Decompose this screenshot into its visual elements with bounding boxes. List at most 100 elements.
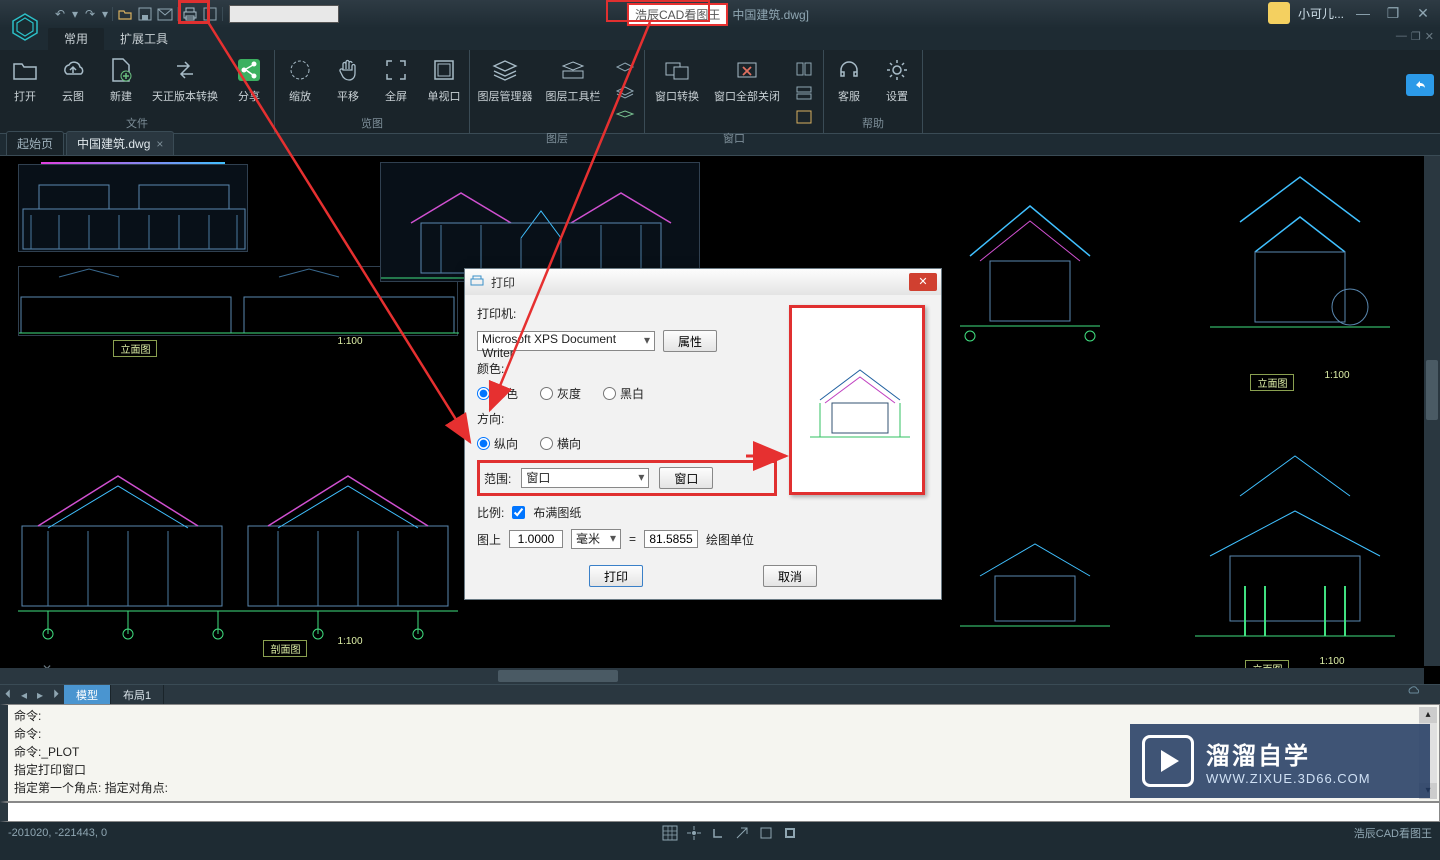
- radio-color[interactable]: 彩色: [477, 385, 518, 402]
- tab-model[interactable]: 模型: [64, 685, 111, 705]
- dialog-close-button[interactable]: ✕: [909, 273, 937, 291]
- ribbon: 打开 云图 新建 天正版本转换 分享 文件 缩放 平移 全屏 单视口 览图 图层…: [0, 50, 1440, 134]
- quick-search-input[interactable]: [229, 5, 339, 23]
- caption-scale2: 1:100: [337, 636, 362, 657]
- status-lwt[interactable]: [780, 825, 800, 841]
- status-grid[interactable]: [660, 825, 680, 841]
- open-icon[interactable]: [115, 4, 135, 24]
- share-label: 分享: [238, 88, 260, 104]
- win-s3[interactable]: [791, 106, 817, 128]
- canvas-cloud-icon[interactable]: [1406, 684, 1420, 698]
- unit-select[interactable]: 毫米: [571, 529, 621, 549]
- mdi-controls: — ❐ ✕: [1396, 30, 1434, 43]
- mdi-restore[interactable]: ❐: [1411, 30, 1421, 43]
- scale-val2[interactable]: [644, 530, 698, 548]
- v-scrollbar[interactable]: [1424, 156, 1440, 666]
- minimize-button[interactable]: —: [1352, 5, 1374, 21]
- share-button[interactable]: 分享: [226, 54, 272, 104]
- radio-bw[interactable]: 黑白: [603, 385, 644, 402]
- full-button[interactable]: 全屏: [373, 54, 419, 104]
- group-label-file: 文件: [126, 113, 148, 133]
- tab-extend[interactable]: 扩展工具: [104, 27, 184, 50]
- tab-layout1[interactable]: 布局1: [111, 685, 164, 705]
- scale-val1[interactable]: [509, 530, 563, 548]
- radio-portrait[interactable]: 纵向: [477, 435, 518, 452]
- radio-landscape-label: 横向: [557, 435, 581, 452]
- tab-close-icon[interactable]: ×: [156, 137, 163, 151]
- annotation-box-title: [606, 0, 710, 22]
- print-cancel-button[interactable]: 取消: [763, 565, 817, 587]
- coord-readout: -201020, -221443, 0: [8, 827, 107, 839]
- layer-mgr-button[interactable]: 图层管理器: [472, 54, 538, 128]
- status-bar: -201020, -221443, 0 浩辰CAD看图王: [0, 822, 1440, 844]
- undo-icon[interactable]: ↶: [50, 4, 70, 24]
- range-select[interactable]: 窗口: [521, 468, 649, 488]
- viewport-button[interactable]: 单视口: [421, 54, 467, 104]
- print-dialog: 打印 ✕ 打印机: Microsoft XPS Document Writer …: [464, 268, 942, 600]
- close-button[interactable]: ✕: [1412, 5, 1434, 22]
- layers-icon: [491, 56, 519, 84]
- user-avatar[interactable]: [1268, 2, 1290, 24]
- settings-button[interactable]: 设置: [874, 54, 920, 104]
- print-ok-button[interactable]: 打印: [589, 565, 643, 587]
- layer-s3[interactable]: [612, 106, 638, 128]
- radio-gray[interactable]: 灰度: [540, 385, 581, 402]
- share-badge[interactable]: [1406, 74, 1434, 96]
- tz-label: 天正版本转换: [152, 88, 218, 104]
- status-osnap[interactable]: [756, 825, 776, 841]
- layer-tool-button[interactable]: 图层工具栏: [540, 54, 606, 128]
- folder-icon: [11, 56, 39, 84]
- maximize-button[interactable]: ❐: [1382, 5, 1404, 22]
- range-window-button[interactable]: 窗口: [659, 467, 713, 489]
- user-name[interactable]: 小可儿...: [1298, 5, 1344, 22]
- layout-next2[interactable]: ⏵: [48, 687, 64, 702]
- cloud-button[interactable]: 云图: [50, 54, 96, 104]
- properties-button[interactable]: 属性: [663, 330, 717, 352]
- new-button[interactable]: 新建: [98, 54, 144, 104]
- status-ortho[interactable]: [708, 825, 728, 841]
- status-snap[interactable]: [684, 825, 704, 841]
- mdi-min[interactable]: —: [1396, 30, 1407, 43]
- win-convert-button[interactable]: 窗口转换: [647, 54, 707, 128]
- dialog-titlebar[interactable]: 打印 ✕: [465, 269, 941, 295]
- fit-label: 布满图纸: [533, 504, 581, 521]
- layer-s2[interactable]: [612, 82, 638, 104]
- undo-drop-icon[interactable]: ▾: [70, 4, 80, 24]
- h-scrollbar[interactable]: [0, 668, 1424, 684]
- tz-convert-button[interactable]: 天正版本转换: [146, 54, 224, 104]
- layout-prev2[interactable]: ◂: [16, 688, 32, 702]
- newfile-icon: [107, 56, 135, 84]
- group-label-layer: 图层: [546, 128, 568, 148]
- ribbon-group-help: 客服 设置 帮助: [824, 50, 923, 133]
- radio-landscape[interactable]: 横向: [540, 435, 581, 452]
- pan-button[interactable]: 平移: [325, 54, 371, 104]
- open-label: 打开: [14, 88, 36, 104]
- tab-common[interactable]: 常用: [48, 27, 104, 50]
- mail-icon[interactable]: [155, 4, 175, 24]
- fit-check[interactable]: 布满图纸: [512, 504, 581, 521]
- tab-document[interactable]: 中国建筑.dwg×: [66, 131, 174, 155]
- zoom-button[interactable]: 缩放: [277, 54, 323, 104]
- annotation-box-print: [178, 0, 210, 24]
- printer-select[interactable]: Microsoft XPS Document Writer: [477, 331, 655, 351]
- win-s2[interactable]: [791, 82, 817, 104]
- status-polar[interactable]: [732, 825, 752, 841]
- win-closeall-button[interactable]: 窗口全部关闭: [709, 54, 785, 128]
- cmd-line: 命令:: [14, 707, 1433, 725]
- redo-drop-icon[interactable]: ▾: [100, 4, 110, 24]
- mdi-close[interactable]: ✕: [1425, 30, 1434, 43]
- unit2-label: 绘图单位: [706, 531, 754, 548]
- tab-start[interactable]: 起始页: [6, 131, 64, 155]
- win-s1[interactable]: [791, 58, 817, 80]
- layout-prev[interactable]: ⏴: [0, 687, 16, 702]
- save-icon[interactable]: [135, 4, 155, 24]
- command-input[interactable]: [0, 802, 1440, 822]
- cs-button[interactable]: 客服: [826, 54, 872, 104]
- redo-icon[interactable]: ↷: [80, 4, 100, 24]
- set-label: 设置: [886, 88, 908, 104]
- play-icon: [1142, 735, 1194, 787]
- caption-scale: 1:100: [337, 336, 362, 357]
- layer-s1[interactable]: [612, 58, 638, 80]
- open-button[interactable]: 打开: [2, 54, 48, 104]
- layout-next[interactable]: ▸: [32, 688, 48, 702]
